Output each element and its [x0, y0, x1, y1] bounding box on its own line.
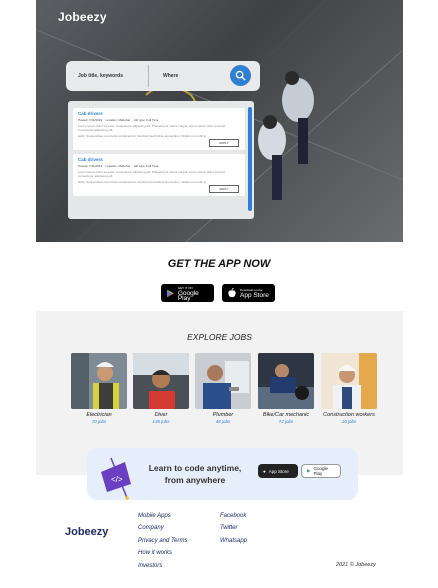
job-category-count: 70 jobs [91, 419, 107, 424]
job-meta: Posted: 7/11/2019 Location: Mabuhai Job … [78, 118, 240, 122]
job-category-count: 135 jobs [152, 419, 170, 424]
job-category-name: Plumber [212, 412, 234, 418]
app-store-button[interactable]: Download on the App Store [222, 284, 275, 302]
job-card[interactable]: Cab drivers Posted: 7/11/2019 Location: … [73, 108, 245, 150]
job-category-photo[interactable] [133, 353, 189, 409]
scrollbar-thumb[interactable] [248, 107, 252, 211]
job-description: Lorem ipsum dolor sit amet, consectetur … [78, 170, 226, 178]
job-category-mechanic[interactable]: Bike/Car mechanic 72 jobs [258, 353, 314, 424]
job-card[interactable]: Cab drivers Posted: 7/11/2019 Location: … [73, 154, 245, 196]
job-location: Location: Mabuhai [105, 118, 131, 122]
job-category-diver[interactable]: Diver 135 jobs [133, 353, 189, 424]
footer-link-facebook[interactable]: Facebook [220, 513, 246, 519]
apple-icon [228, 288, 236, 298]
job-location: Location: Mabuhai [105, 164, 131, 168]
diver-photo [133, 353, 189, 409]
job-category-photo[interactable] [195, 353, 251, 409]
job-skills: skills: Suspendisse commodo condimentum … [78, 180, 206, 184]
job-posted: Posted: 7/11/2019 [78, 164, 103, 168]
location-input[interactable]: Where [151, 73, 178, 79]
footer-link-privacy[interactable]: Privacy and Terms [138, 538, 187, 544]
banner-text: Learn to code anytime, from anywhere [145, 462, 245, 486]
get-app-title: GET THE APP NOW [167, 258, 271, 270]
job-category-plumber[interactable]: Plumber 46 jobs [195, 353, 251, 424]
search-icon [235, 70, 246, 81]
search-divider [148, 65, 149, 87]
copyright: 2021 © Jobeezy [336, 562, 376, 568]
job-category-count: 10 jobs [341, 419, 357, 424]
banner-line-1: Learn to code anytime, [148, 463, 242, 473]
flag-code-icon: </> [101, 457, 131, 500]
mechanic-photo [258, 353, 314, 409]
learn-code-banner: </> Learn to code anytime, from anywhere… [87, 448, 358, 500]
banner-app-store-label: App Store [268, 468, 289, 474]
job-category-photo[interactable] [71, 353, 127, 409]
search-button[interactable] [230, 65, 251, 86]
job-category-electrician[interactable]: Electrician 70 jobs [71, 353, 127, 424]
header-logo[interactable]: Jobeezy [58, 10, 107, 24]
job-category-name: Electrician [86, 412, 112, 418]
job-posted: Posted: 7/11/2019 [78, 118, 103, 122]
apple-icon: ● [263, 468, 266, 474]
footer-link-how-it-works[interactable]: How it works [138, 550, 172, 556]
footer-logo[interactable]: Jobeezy [65, 526, 108, 538]
job-meta: Posted: 7/11/2019 Location: Mabuhai Job … [78, 164, 240, 168]
construction-photo [321, 353, 377, 409]
apple-big-label: App Store [240, 292, 269, 299]
google-play-icon: ▶ [307, 468, 311, 473]
footer-link-investors[interactable]: Investors [138, 563, 162, 569]
banner-google-play-button[interactable]: ▶ Google Play [301, 464, 341, 478]
google-play-button[interactable]: GET IT ON Google Play [161, 284, 214, 302]
job-category-name: Construction workers [323, 412, 375, 418]
job-category-construction[interactable]: Construction workers 10 jobs [321, 353, 377, 424]
job-category-photo[interactable] [321, 353, 377, 409]
footer-link-mobile-apps[interactable]: Mobile Apps [138, 513, 171, 519]
banner-line-2: from anywhere [164, 475, 226, 485]
job-category-count: 72 jobs [278, 419, 294, 424]
footer-link-twitter[interactable]: Twitter [220, 525, 238, 531]
job-category-count: 46 jobs [215, 419, 231, 424]
google-big-label: Google Play [177, 289, 199, 302]
job-category-photo[interactable] [258, 353, 314, 409]
footer-link-company[interactable]: Company [138, 525, 164, 531]
banner-google-play-label: Google Play [313, 466, 328, 476]
apply-button[interactable]: APPLY [209, 185, 239, 193]
plumber-photo [195, 353, 251, 409]
listing-scrollbar[interactable] [248, 107, 252, 211]
apply-button[interactable]: APPLY [209, 139, 239, 147]
job-skills: skills: Suspendisse commodo condimentum … [78, 134, 206, 138]
job-title[interactable]: Cab drivers [78, 157, 240, 162]
footer-link-whatsapp[interactable]: Whatsapp [220, 538, 247, 544]
google-play-icon [167, 289, 174, 297]
job-category-name: Bike/Car mechanic [262, 412, 310, 418]
job-search-input[interactable]: Job title, keywords [66, 73, 148, 79]
svg-text:</>: </> [111, 475, 123, 484]
job-description: Lorem ipsum dolor sit amet, consectetur … [78, 124, 226, 132]
job-type: Job type: Full Time [133, 164, 159, 168]
job-type: Job type: Full Time [133, 118, 159, 122]
electrician-photo [71, 353, 127, 409]
job-category-name: Diver [154, 412, 168, 418]
job-title[interactable]: Cab drivers [78, 111, 240, 116]
explore-title: EXPLORE JOBS [187, 332, 252, 342]
banner-app-store-button[interactable]: ● App Store [258, 464, 298, 478]
